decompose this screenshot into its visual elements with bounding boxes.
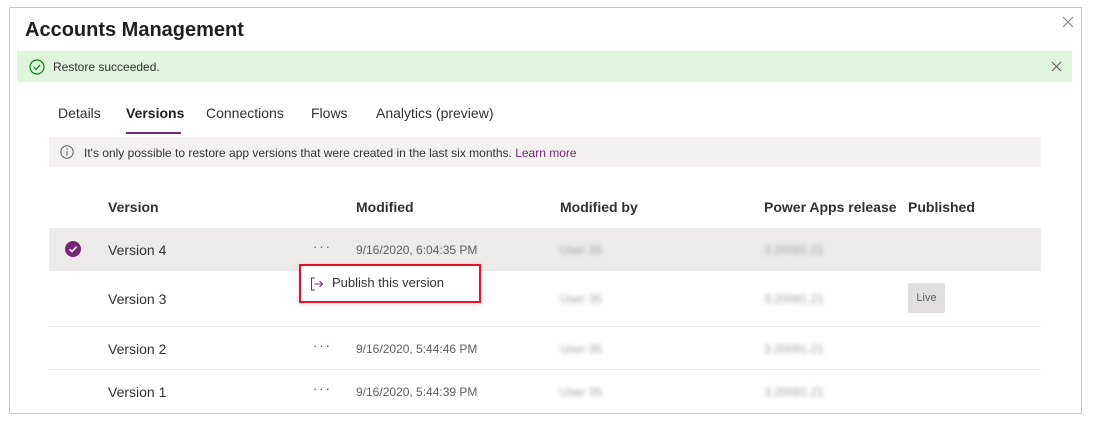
publish-version-menu-item[interactable]: Publish this version — [299, 264, 481, 303]
info-text: It's only possible to restore app versio… — [84, 146, 512, 160]
row-selected-checkmark-icon[interactable] — [65, 241, 81, 257]
modified-by: User 35 — [560, 385, 603, 399]
modified-by: User 35 — [560, 243, 603, 257]
table-row[interactable]: Version 2 ··· 9/16/2020, 5:44:46 PM User… — [49, 326, 1041, 370]
more-options-icon[interactable]: ··· — [313, 239, 332, 254]
tab-analytics[interactable]: Analytics (preview) — [376, 105, 493, 121]
version-name: Version 3 — [108, 291, 167, 307]
info-icon — [60, 145, 74, 159]
table-row[interactable]: Version 4 ··· 9/16/2020, 6:04:35 PM User… — [49, 228, 1041, 271]
publish-icon — [310, 277, 324, 291]
version-name: Version 4 — [108, 242, 167, 258]
close-icon[interactable] — [1060, 14, 1076, 30]
release-version: 3.20091.21 — [764, 292, 825, 306]
publish-version-label: Publish this version — [332, 275, 444, 290]
more-options-icon[interactable]: ··· — [313, 338, 332, 353]
more-options-icon[interactable]: ··· — [313, 381, 332, 396]
tab-details[interactable]: Details — [58, 105, 101, 121]
active-tab-indicator — [126, 132, 181, 134]
success-banner: Restore succeeded. — [17, 51, 1072, 82]
info-bar: It's only possible to restore app versio… — [49, 137, 1041, 167]
tab-flows[interactable]: Flows — [311, 105, 348, 121]
release-version: 3.20091.21 — [764, 243, 825, 257]
column-header-release[interactable]: Power Apps release — [764, 199, 897, 215]
banner-message: Restore succeeded. — [53, 60, 160, 74]
version-panel: Accounts Management Restore succeeded. D… — [9, 7, 1082, 414]
column-header-version[interactable]: Version — [108, 199, 159, 215]
panel-title: Accounts Management — [25, 19, 244, 41]
column-header-modified-by[interactable]: Modified by — [560, 199, 638, 215]
modified-date: 9/16/2020, 5:44:39 PM — [356, 385, 478, 399]
live-badge: Live — [908, 283, 945, 313]
table-row[interactable]: Version 3 User 35 3.20091.21 Live — [49, 270, 1041, 327]
release-version: 3.20091.21 — [764, 385, 825, 399]
column-header-published[interactable]: Published — [908, 199, 975, 215]
column-header-modified[interactable]: Modified — [356, 199, 414, 215]
tab-versions[interactable]: Versions — [126, 105, 184, 121]
modified-by: User 35 — [560, 342, 603, 356]
version-name: Version 1 — [108, 384, 167, 400]
version-name: Version 2 — [108, 341, 167, 357]
modified-by: User 35 — [560, 292, 603, 306]
checkmark-circle-icon — [29, 59, 45, 75]
learn-more-link[interactable]: Learn more — [515, 146, 576, 160]
table-row[interactable]: Version 1 ··· 9/16/2020, 5:44:39 PM User… — [49, 369, 1041, 414]
release-version: 3.20091.21 — [764, 342, 825, 356]
tab-connections[interactable]: Connections — [206, 105, 284, 121]
dismiss-icon[interactable] — [1051, 61, 1062, 72]
modified-date: 9/16/2020, 6:04:35 PM — [356, 243, 478, 257]
modified-date: 9/16/2020, 5:44:46 PM — [356, 342, 478, 356]
